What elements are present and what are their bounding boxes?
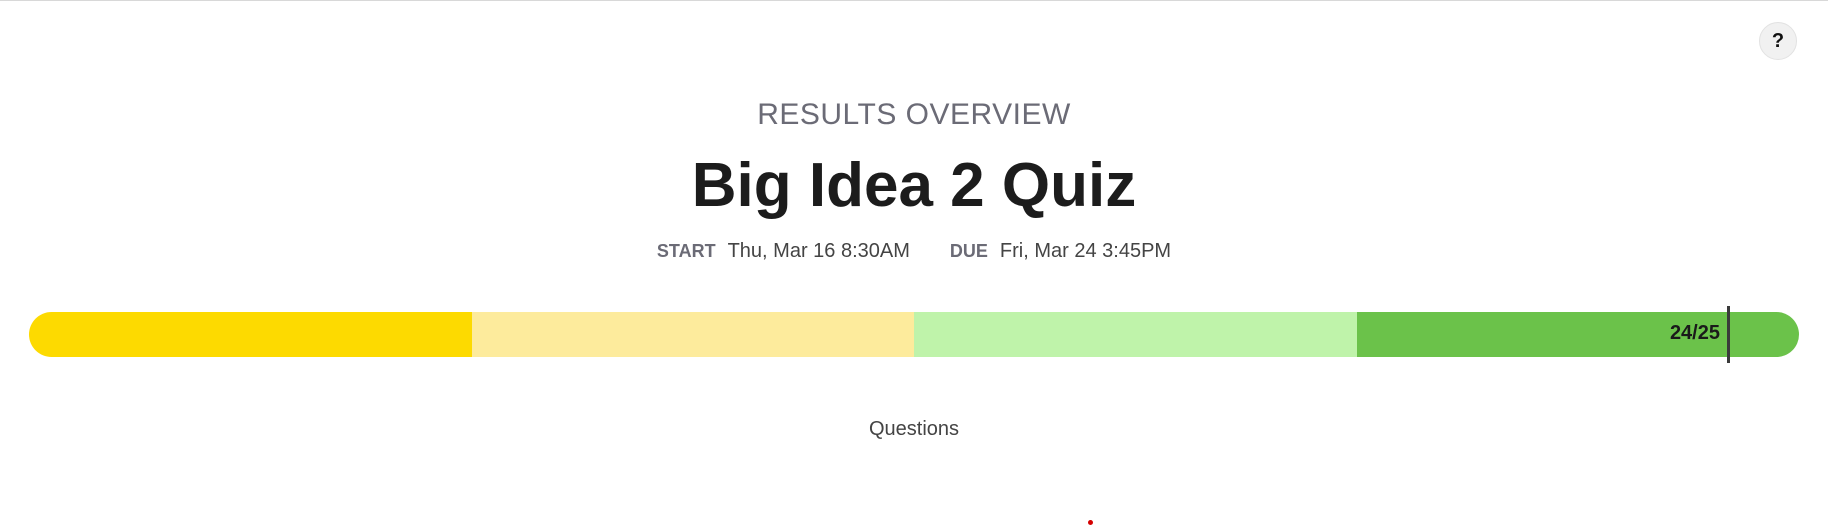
due-date: Fri, Mar 24 3:45PM [999,240,1172,262]
top-divider [0,0,1828,1]
due-label: DUE [949,241,988,261]
help-button[interactable]: ? [1759,22,1797,60]
progress-segment-2 [471,312,914,357]
start-date: Thu, Mar 16 8:30AM [727,240,910,262]
quiz-dates: START Thu, Mar 16 8:30AM DUE Fri, Mar 24… [0,240,1828,263]
progress-segment-3 [914,312,1357,357]
progress-segment-4 [1356,312,1799,357]
score-marker [1727,306,1730,363]
quiz-title: Big Idea 2 Quiz [691,151,1137,220]
cursor-dot [1088,520,1093,525]
progress-segment-1 [29,312,472,357]
start-label: START [656,241,716,261]
questions-tab[interactable]: Questions [0,418,1828,441]
score-progress-bar [29,312,1799,357]
help-icon: ? [1771,29,1785,52]
score-value: 24/25 [1669,322,1720,344]
results-overview-label: RESULTS OVERVIEW [757,98,1071,131]
